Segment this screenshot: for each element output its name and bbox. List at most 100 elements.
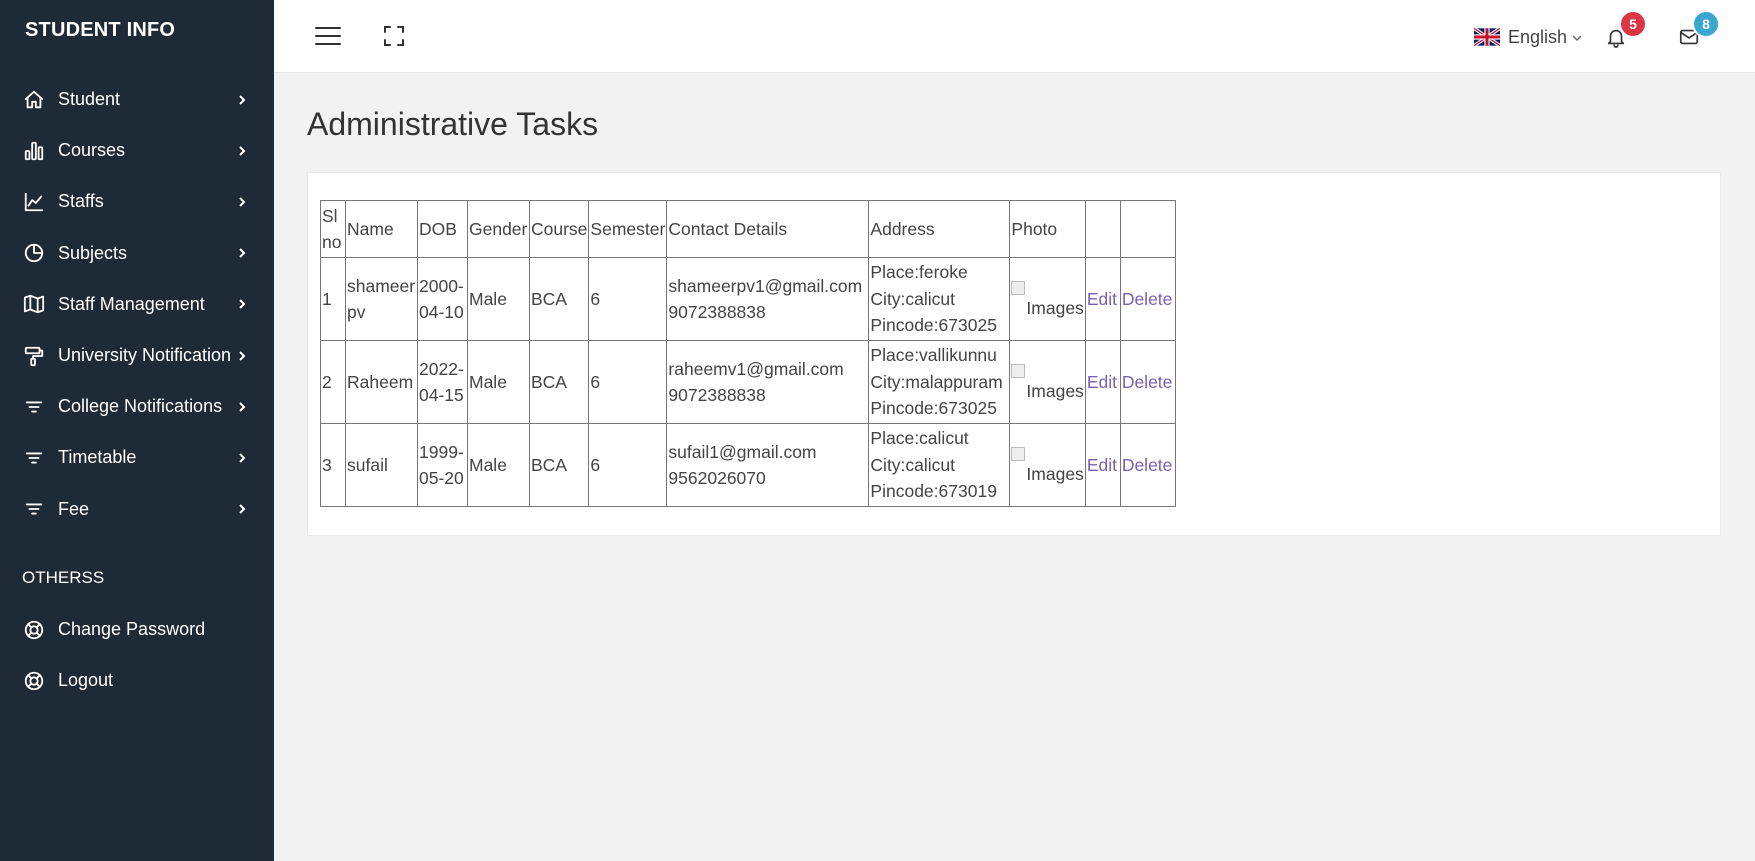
sidebar-item-student[interactable]: Student (0, 74, 274, 125)
sidebar-item-subjects[interactable]: Subjects (0, 228, 274, 279)
line-chart-icon (22, 190, 46, 214)
address-place: Place:feroke (870, 262, 968, 283)
cell-contact: raheemv1@gmail.com 9072388838 (666, 340, 870, 424)
chevron-right-icon (235, 297, 249, 311)
student-photo: Images (1011, 281, 1084, 322)
cell-delete: Delete (1119, 340, 1176, 424)
delete-link[interactable]: Delete (1122, 372, 1173, 392)
fullscreen-icon (384, 26, 404, 46)
sidebar-item-label: College Notifications (58, 396, 223, 417)
cell-name: shameer pv (345, 257, 418, 341)
sidebar-item-fee[interactable]: Fee (0, 484, 274, 535)
address-place: Place:calicut (870, 428, 969, 449)
life-ring-icon (22, 669, 46, 693)
sidebar-item-logout[interactable]: Logout (0, 655, 274, 706)
sidebar-item-staffs[interactable]: Staffs (0, 176, 274, 227)
table-row: 1 shameer pv 2000-04-10 Male BCA 6 shame… (320, 257, 1176, 341)
cell-address: Place:feroke City:calicut Pincode:673025 (868, 257, 1011, 341)
student-photo: Images (1011, 364, 1084, 405)
sidebar-item-staff-management[interactable]: Staff Management (0, 279, 274, 330)
language-label: English (1508, 26, 1568, 47)
sidebar-item-university-notification[interactable]: University Notification (0, 330, 274, 381)
edit-link[interactable]: Edit (1087, 455, 1117, 475)
contact-phone: 9562026070 (668, 468, 766, 488)
sidebar-item-label: Student (58, 89, 121, 110)
cell-dob: 1999-05-20 (417, 423, 468, 507)
menu-toggle-button[interactable] (312, 20, 344, 52)
chevron-right-icon (235, 144, 249, 158)
paint-roller-icon (22, 344, 46, 368)
address-city: City:calicut (870, 454, 956, 475)
cell-semester: 6 (588, 340, 668, 424)
filter-icon (22, 446, 46, 470)
cell-name: Raheem (345, 340, 418, 424)
column-header: Gender (467, 200, 530, 258)
chevron-right-icon (235, 451, 249, 465)
contact-email: raheemv1@gmail.com (668, 358, 844, 379)
cell-course: BCA (528, 423, 590, 507)
sidebar: STUDENT INFO Student Courses Staffs Subj… (0, 0, 274, 861)
cell-semester: 6 (588, 257, 668, 341)
sidebar-item-label: Logout (58, 670, 114, 691)
home-icon (22, 88, 46, 112)
cell-semester: 6 (588, 423, 668, 507)
students-table: Sl no Name DOB Gender Course Semester Co… (320, 200, 1176, 507)
cell-course: BCA (528, 340, 590, 424)
broken-image-icon (1011, 447, 1026, 462)
cell-sl-no: 1 (320, 257, 346, 341)
pie-chart-icon (22, 241, 46, 265)
filter-icon (22, 497, 46, 521)
column-header: DOB (417, 200, 468, 258)
sidebar-item-change-password[interactable]: Change Password (0, 604, 274, 655)
map-icon (22, 292, 46, 316)
language-selector[interactable]: English (1474, 22, 1583, 52)
broken-image-icon (1011, 364, 1026, 379)
sidebar-item-college-notifications[interactable]: College Notifications (0, 381, 274, 432)
hamburger-icon (315, 27, 341, 45)
contact-email: shameerpv1@gmail.com (668, 275, 863, 296)
sidebar-item-timetable[interactable]: Timetable (0, 432, 274, 483)
student-photo: Images (1011, 447, 1084, 488)
cell-edit: Edit (1084, 257, 1121, 341)
filter-icon (22, 395, 46, 419)
uk-flag-icon (1474, 28, 1500, 46)
life-ring-icon (22, 618, 46, 642)
cell-edit: Edit (1084, 423, 1121, 507)
sidebar-item-courses[interactable]: Courses (0, 125, 274, 176)
column-header (1084, 200, 1121, 258)
cell-photo: Images (1009, 340, 1086, 424)
edit-link[interactable]: Edit (1087, 289, 1117, 309)
table-row: 2 Raheem 2022-04-15 Male BCA 6 raheemv1@… (320, 340, 1176, 424)
sidebar-item-label: Staffs (58, 191, 104, 212)
cell-contact: sufail1@gmail.com 9562026070 (666, 423, 870, 507)
cell-delete: Delete (1119, 423, 1176, 507)
sidebar-section-title: OTHERSS (22, 568, 105, 587)
column-header: Semester (588, 200, 668, 258)
messages-count-badge: 8 (1692, 10, 1720, 38)
delete-link[interactable]: Delete (1122, 455, 1173, 475)
column-header: Address (868, 200, 1011, 258)
sidebar-nav: Student Courses Staffs Subjects Staff Ma… (0, 74, 274, 535)
sidebar-item-label: Change Password (58, 619, 206, 640)
notifications-count-badge: 5 (1619, 10, 1647, 38)
address-pincode: Pincode:673019 (870, 481, 997, 502)
address-pincode: Pincode:673025 (870, 315, 997, 336)
address-place: Place:vallikunnu (870, 345, 997, 366)
chevron-right-icon (235, 502, 249, 516)
cell-gender: Male (467, 423, 530, 507)
cell-dob: 2000-04-10 (417, 257, 468, 341)
column-header: Name (345, 200, 418, 258)
delete-link[interactable]: Delete (1122, 289, 1173, 309)
column-header: Photo (1009, 200, 1086, 258)
chevron-right-icon (235, 400, 249, 414)
broken-image-icon (1011, 281, 1026, 296)
edit-link[interactable]: Edit (1087, 372, 1117, 392)
cell-address: Place:calicut City:calicut Pincode:67301… (868, 423, 1011, 507)
cell-gender: Male (467, 340, 530, 424)
chevron-right-icon (235, 93, 249, 107)
chevron-right-icon (235, 349, 249, 363)
cell-photo: Images (1009, 423, 1086, 507)
fullscreen-button[interactable] (378, 20, 410, 52)
sidebar-other-nav: Change Password Logout (0, 604, 274, 706)
address-pincode: Pincode:673025 (870, 398, 997, 419)
